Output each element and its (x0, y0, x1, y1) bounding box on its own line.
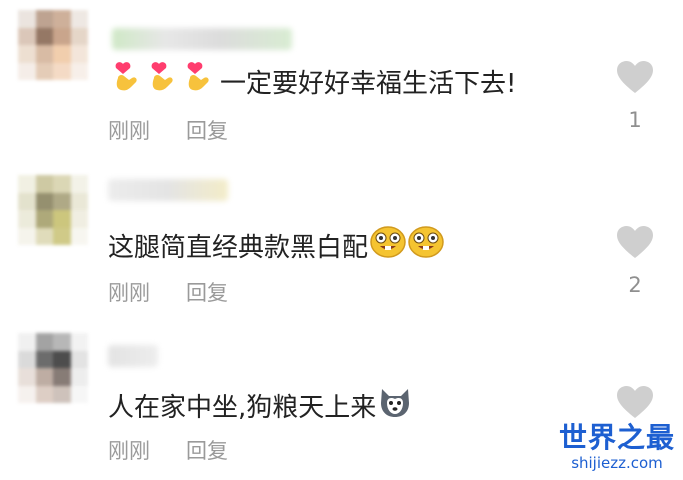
nickname-redacted[interactable] (108, 179, 228, 201)
reply-button[interactable]: 回复 (186, 435, 228, 465)
nickname-redacted[interactable] (112, 28, 292, 50)
comment-text: 一定要好好幸福生活下去! (108, 60, 516, 103)
like-count: 2 (628, 273, 642, 297)
comment-time: 刚刚 (108, 439, 150, 463)
finger-heart-emoji (182, 60, 216, 103)
like-button[interactable]: 1 (615, 60, 655, 132)
comment-text: 人在家中坐,狗粮天上来 (108, 385, 412, 426)
site-watermark: 世界之最 shijiezz.com (559, 416, 675, 472)
comment-time: 刚刚 (108, 281, 150, 305)
bucktooth-laugh-emoji (370, 225, 406, 266)
heart-icon (617, 386, 653, 418)
heart-icon (617, 226, 653, 258)
bucktooth-laugh-emoji (408, 225, 444, 266)
avatar[interactable] (18, 333, 88, 403)
like-button[interactable]: 2 (615, 225, 655, 297)
heart-icon (617, 61, 653, 93)
comment-meta: 刚刚 回复 (108, 277, 228, 307)
husky-dog-emoji (378, 385, 412, 426)
comment-text-body: 这腿简直经典款黑白配 (108, 233, 369, 263)
reply-button[interactable]: 回复 (186, 115, 228, 145)
like-count: 1 (628, 108, 642, 132)
comment-text-body: 一定要好好幸福生活下去! (220, 69, 517, 99)
avatar[interactable] (18, 10, 88, 80)
comment-meta: 刚刚 回复 (108, 435, 228, 465)
watermark-title: 世界之最 (558, 421, 675, 454)
comment-meta: 刚刚 回复 (108, 115, 228, 145)
nickname-redacted[interactable] (108, 345, 158, 367)
avatar[interactable] (18, 175, 88, 245)
finger-heart-emoji (146, 60, 180, 103)
watermark-url: shijiezz.com (571, 454, 663, 472)
comment-text-body: 人在家中坐,狗粮天上来 (108, 393, 377, 423)
comment-time: 刚刚 (108, 119, 150, 143)
comment-text: 这腿简直经典款黑白配 (108, 225, 444, 266)
finger-heart-emoji (110, 60, 144, 103)
reply-button[interactable]: 回复 (186, 277, 228, 307)
